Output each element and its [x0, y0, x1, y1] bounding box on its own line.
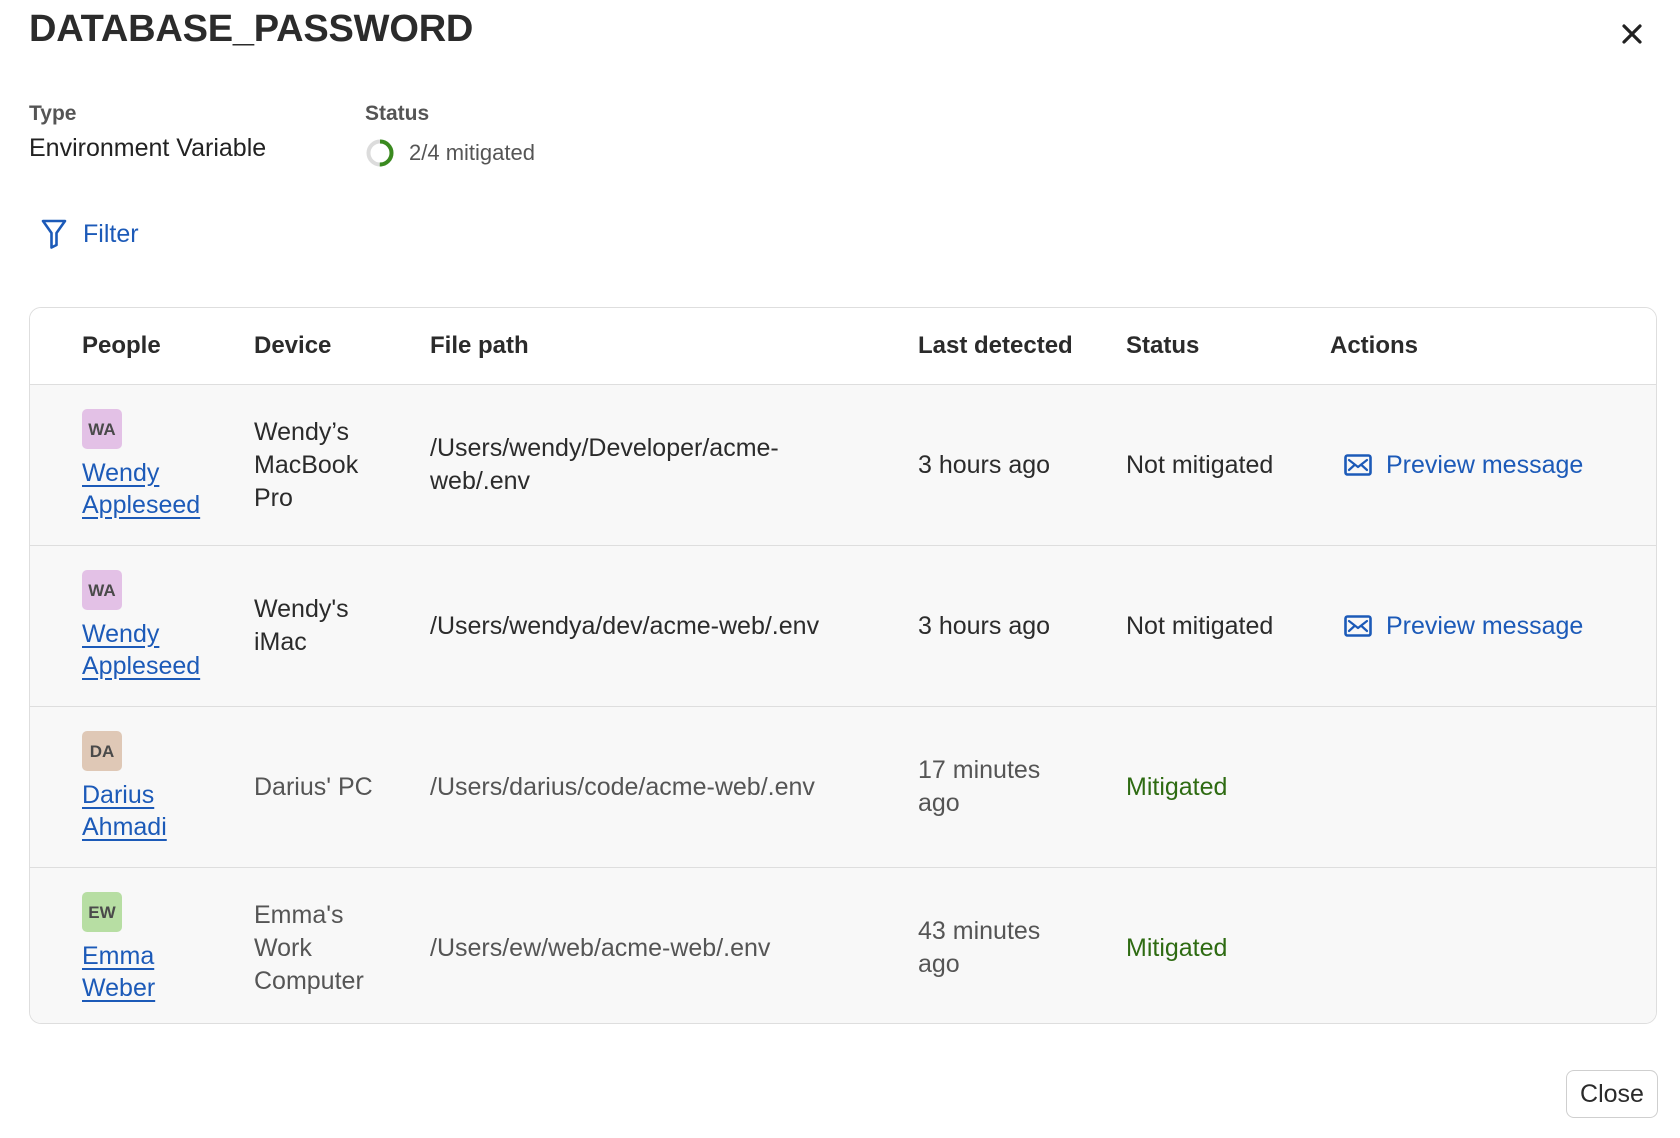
person-link[interactable]: Wendy Appleseed: [82, 618, 242, 682]
people-cell: WA Wendy Appleseed: [82, 546, 242, 706]
device-cell: Wendy’s MacBook Pro: [254, 417, 359, 512]
preview-message-label: Preview message: [1386, 450, 1584, 479]
status-cell: Not mitigated: [1126, 450, 1274, 479]
progress-ring-icon: [366, 139, 394, 167]
table-header: People Device File path Last detected St…: [30, 308, 1656, 385]
status-cell: Mitigated: [1126, 772, 1228, 801]
status-summary: 2/4 mitigated: [365, 138, 535, 168]
column-header-actions: Actions: [1330, 332, 1419, 359]
column-header-last-detected: Last detected: [918, 332, 1073, 359]
status-cell: Not mitigated: [1126, 611, 1274, 640]
table-row: WA Wendy Appleseed Wendy’s MacBook Pro /…: [30, 385, 1656, 546]
preview-message-button[interactable]: Preview message: [1344, 610, 1583, 643]
avatar: WA: [82, 409, 122, 449]
avatar: DA: [82, 731, 122, 771]
type-value: Environment Variable: [29, 134, 267, 162]
actions-cell: Preview message: [1344, 385, 1634, 545]
mail-icon: [1344, 454, 1372, 476]
actions-cell: [1344, 868, 1634, 1023]
close-x-glyph: [1622, 24, 1642, 44]
file-path-cell: /Users/wendy/Developer/acme-web/.env: [430, 434, 779, 495]
column-header-file-path: File path: [430, 332, 529, 359]
detections-table: People Device File path Last detected St…: [29, 307, 1657, 1024]
person-link[interactable]: Darius Ahmadi: [82, 779, 182, 843]
device-cell: Emma's Work Computer: [254, 900, 364, 995]
close-button[interactable]: Close: [1566, 1070, 1658, 1118]
table-row: EW Emma Weber Emma's Work Computer /User…: [30, 868, 1656, 1023]
preview-message-label: Preview message: [1386, 611, 1584, 640]
preview-message-button[interactable]: Preview message: [1344, 449, 1583, 482]
actions-cell: Preview message: [1344, 546, 1634, 706]
people-cell: DA Darius Ahmadi: [82, 707, 242, 867]
device-cell: Wendy's iMac: [254, 595, 349, 656]
status-summary-text: 2/4 mitigated: [409, 140, 535, 165]
device-cell: Darius' PC: [254, 772, 373, 801]
last-detected-cell: 3 hours ago: [918, 611, 1051, 640]
file-path-cell: /Users/ew/web/acme-web/.env: [430, 933, 771, 962]
close-icon[interactable]: [1612, 14, 1652, 54]
table-row: DA Darius Ahmadi Darius' PC /Users/dariu…: [30, 707, 1656, 868]
column-header-status: Status: [1126, 332, 1200, 359]
person-link[interactable]: Emma Weber: [82, 940, 172, 1004]
mail-icon: [1344, 615, 1372, 637]
file-path-cell: /Users/darius/code/acme-web/.env: [430, 772, 815, 801]
avatar: EW: [82, 892, 122, 932]
type-label: Type: [29, 102, 77, 125]
last-detected-cell: 3 hours ago: [918, 450, 1051, 479]
file-path-cell: /Users/wendya/dev/acme-web/.env: [430, 611, 820, 640]
status-cell: Mitigated: [1126, 933, 1228, 962]
avatar: WA: [82, 570, 122, 610]
table-row: WA Wendy Appleseed Wendy's iMac /Users/w…: [30, 546, 1656, 707]
column-header-device: Device: [254, 332, 332, 359]
actions-cell: [1344, 707, 1634, 867]
person-link[interactable]: Wendy Appleseed: [82, 457, 242, 521]
people-cell: EW Emma Weber: [82, 868, 242, 1023]
filter-button[interactable]: Filter: [40, 218, 139, 250]
filter-label: Filter: [83, 219, 139, 248]
filter-icon: [41, 219, 67, 249]
last-detected-cell: 43 minutes ago: [918, 917, 1041, 978]
people-cell: WA Wendy Appleseed: [82, 385, 242, 545]
last-detected-cell: 17 minutes ago: [918, 756, 1041, 817]
status-label: Status: [365, 102, 430, 125]
dialog-title: DATABASE_PASSWORD: [29, 8, 474, 50]
column-header-people: People: [82, 332, 161, 359]
